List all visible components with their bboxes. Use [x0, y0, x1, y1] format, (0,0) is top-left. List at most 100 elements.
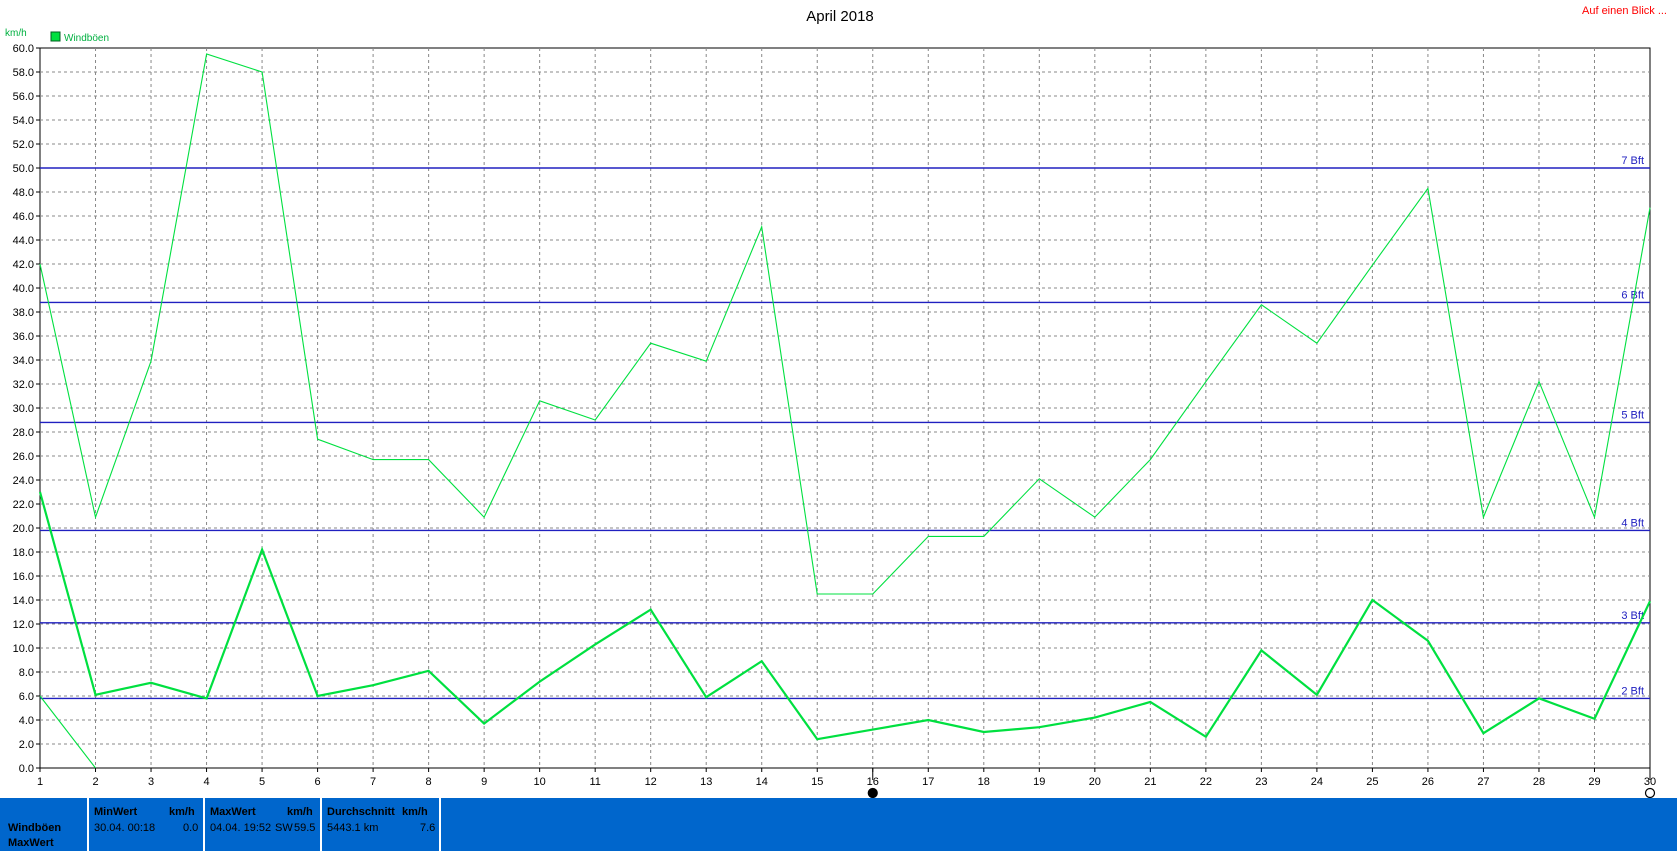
x-tick-label: 7	[370, 776, 376, 788]
min-datetime: 30.04. 00:18	[94, 822, 156, 834]
y-tick-label: 26.0	[13, 451, 34, 463]
y-tick-label: 34.0	[13, 355, 34, 367]
series-line-max	[39, 53, 1651, 595]
x-tick-label: 3	[148, 776, 154, 788]
x-tick-label: 15	[811, 776, 823, 788]
y-tick-label: 4.0	[19, 715, 34, 727]
y-tick-label: 24.0	[13, 475, 34, 487]
y-tick-label: 56.0	[13, 91, 34, 103]
y-tick-label: 48.0	[13, 187, 34, 199]
y-tick-label: 52.0	[13, 139, 34, 151]
y-tick-label: 40.0	[13, 283, 34, 295]
grid-lines	[36, 47, 1651, 772]
beaufort-label: 4 Bft	[1621, 517, 1644, 529]
x-tick-label: 25	[1366, 776, 1378, 788]
x-tick-label: 24	[1311, 776, 1323, 788]
beaufort-label: 7 Bft	[1621, 155, 1644, 167]
overview-link[interactable]: Auf einen Blick ...	[1582, 5, 1667, 17]
y-tick-label: 28.0	[13, 427, 34, 439]
legend-swatch	[50, 31, 61, 42]
min-unit: km/h	[169, 806, 195, 818]
avg-value: 7.6	[420, 822, 436, 834]
y-tick-label: 46.0	[13, 211, 34, 223]
y-tick-label: 50.0	[13, 163, 34, 175]
x-tick-labels: 1 2 3 4 5 6 7 8 9 10 11 12 13 14 15 16 17 18 19 20 21 22 23 24 2…	[37, 776, 1656, 788]
y-tick-label: 14.0	[13, 595, 34, 607]
x-tick-label: 2	[92, 776, 98, 788]
y-tick-label: 8.0	[19, 667, 34, 679]
y-tick-label: 44.0	[13, 235, 34, 247]
x-tick-label: 9	[481, 776, 487, 788]
y-tick-label: 10.0	[13, 643, 34, 655]
marker-filled	[867, 787, 878, 798]
row-label-type: MaxWert	[8, 837, 54, 849]
stats-footer: Windböen MaxWert MinWert km/h 30.04. 00:…	[0, 798, 1677, 851]
x-tick-label: 5	[259, 776, 265, 788]
row-label-series: Windböen	[8, 822, 62, 834]
row-label-cell: Windböen MaxWert	[0, 798, 89, 851]
x-tick-label: 11	[589, 776, 600, 788]
y-tick-label: 0.0	[19, 763, 34, 775]
min-value: 0.0	[183, 822, 199, 834]
x-tick-label: 20	[1089, 776, 1101, 788]
y-axis-unit: km/h	[5, 28, 27, 39]
x-tick-label: 28	[1533, 776, 1545, 788]
avg-header: Durchschnitt	[327, 806, 395, 818]
series-line-min	[39, 695, 96, 769]
x-tick-label: 27	[1477, 776, 1489, 788]
y-tick-label: 36.0	[13, 331, 34, 343]
max-unit: km/h	[287, 806, 313, 818]
x-tick-label: 26	[1422, 776, 1434, 788]
y-tick-label: 16.0	[13, 571, 34, 583]
beaufort-lines: 2 Bft3 Bft4 Bft5 Bft6 Bft7 Bft	[40, 155, 1650, 700]
marker-open	[1644, 787, 1656, 798]
x-tick-label: 29	[1588, 776, 1600, 788]
x-tick-label: 23	[1255, 776, 1267, 788]
avg-unit: km/h	[402, 806, 428, 818]
x-tick-label: 6	[315, 776, 321, 788]
y-tick-label: 42.0	[13, 259, 34, 271]
x-tick-label: 13	[700, 776, 712, 788]
series-lines	[38, 53, 1651, 769]
max-value: 59.5	[294, 822, 316, 834]
x-tick-label: 4	[203, 776, 209, 788]
y-tick-label: 12.0	[13, 619, 34, 631]
x-tick-label: 19	[1033, 776, 1045, 788]
legend-label[interactable]: Windböen	[64, 33, 109, 44]
y-tick-label: 58.0	[13, 67, 34, 79]
x-tick-label: 18	[978, 776, 990, 788]
max-header: MaxWert	[210, 806, 256, 818]
y-tick-label: 30.0	[13, 403, 34, 415]
avg-cell: Durchschnitt km/h 5443.1 km 7.6	[322, 798, 441, 851]
x-tick-label: 1	[37, 776, 43, 788]
y-tick-label: 2.0	[19, 739, 34, 751]
x-tick-label: 8	[426, 776, 432, 788]
chart-title: April 2018	[806, 8, 874, 25]
x-tick-label: 17	[922, 776, 934, 788]
min-cell: MinWert km/h 30.04. 00:18 0.0	[89, 798, 205, 851]
beaufort-label: 2 Bft	[1621, 685, 1644, 697]
x-tick-label: 21	[1144, 776, 1156, 788]
y-tick-labels: 0.0 2.0 4.0 6.0 8.0 10.0 12.0 14.0 16.0 18.0 20.0 2…	[13, 43, 34, 775]
wind-chart: 2 Bft3 Bft4 Bft5 Bft6 Bft7 Bft 0.02.04.0…	[5, 8, 1656, 798]
y-tick-label: 20.0	[13, 523, 34, 535]
x-tick-label: 10	[534, 776, 546, 788]
y-tick-label: 22.0	[13, 499, 34, 511]
beaufort-label: 5 Bft	[1621, 409, 1644, 421]
y-tick-label: 6.0	[19, 691, 34, 703]
max-datetime: 04.04. 19:52	[210, 822, 272, 834]
x-tick-label: 14	[756, 776, 768, 788]
max-cell: MaxWert km/h 04.04. 19:52 SW 59.5	[205, 798, 322, 851]
y-tick-label: 18.0	[13, 547, 34, 559]
x-tick-label: 12	[645, 776, 657, 788]
series-line-mean	[38, 491, 1651, 741]
y-tick-label: 60.0	[13, 43, 34, 55]
min-header: MinWert	[94, 806, 138, 818]
x-tick-label: 22	[1200, 776, 1212, 788]
beaufort-label: 6 Bft	[1621, 289, 1644, 301]
avg-distance: 5443.1 km	[327, 822, 379, 834]
y-tick-label: 38.0	[13, 307, 34, 319]
y-tick-label: 54.0	[13, 115, 34, 127]
y-tick-label: 32.0	[13, 379, 34, 391]
max-direction: SW	[275, 822, 293, 834]
